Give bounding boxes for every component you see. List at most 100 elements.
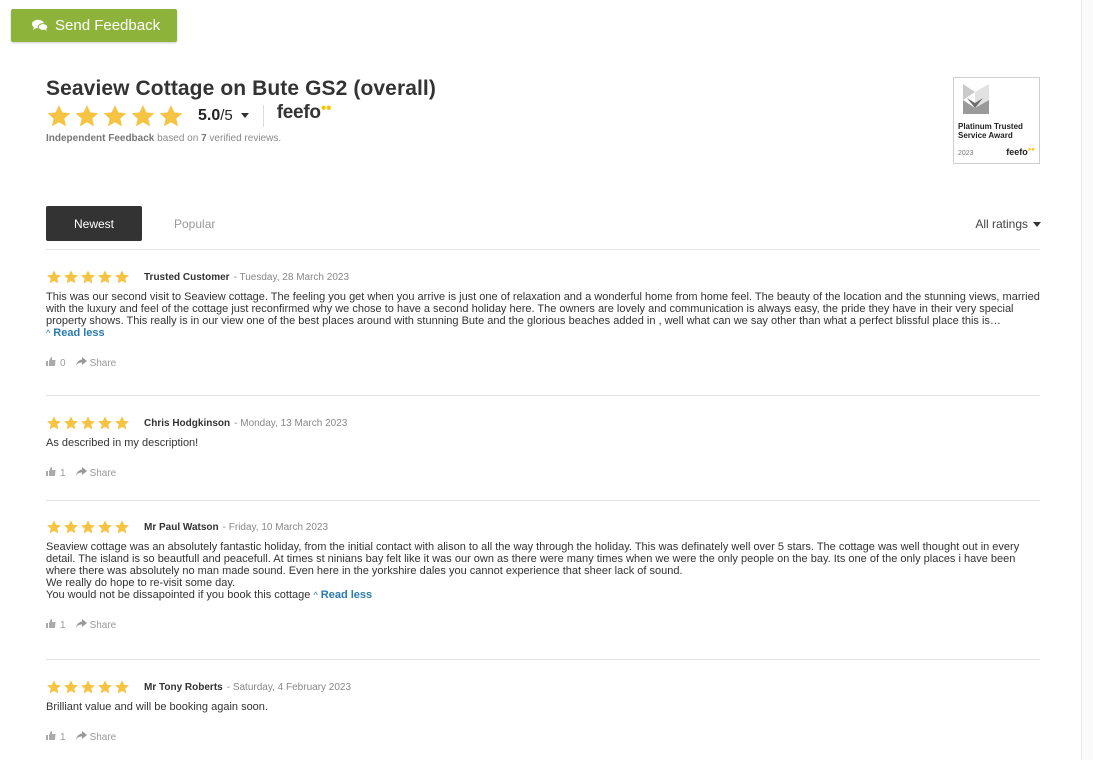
- chevron-up-icon: ^: [46, 328, 51, 338]
- platinum-trusted-award-badge[interactable]: Platinum Trusted Service Award 2023 feef…: [953, 77, 1040, 164]
- thumbs-up-icon[interactable]: [46, 619, 56, 631]
- star-icon: [47, 416, 61, 430]
- star-icon: [47, 680, 61, 694]
- read-less-link[interactable]: ^ Read less: [46, 327, 105, 339]
- rating-score-dropdown[interactable]: 5.0 /5: [198, 107, 249, 125]
- share-arrow-icon: [75, 467, 87, 479]
- send-feedback-label: Send Feedback: [55, 17, 161, 34]
- divider: [46, 659, 1040, 660]
- star-icon: [159, 105, 183, 127]
- share-label: Share: [89, 467, 117, 479]
- star-icon: [75, 105, 99, 127]
- chevron-up-icon: ^: [313, 590, 318, 600]
- award-title-line1: Platinum Trusted: [958, 122, 1023, 131]
- review-actions: 1 Share: [46, 467, 1046, 479]
- star-icon: [81, 416, 95, 430]
- overall-rating-row: 5.0 /5 feefo●●: [46, 102, 436, 129]
- reviewer-name: Chris Hodgkinson: [144, 417, 231, 429]
- divider: [46, 249, 1040, 250]
- page-scrollbar[interactable]: [1081, 0, 1093, 760]
- review-item: Chris Hodgkinson - Monday, 13 March 2023…: [46, 415, 1046, 479]
- star-icon: [131, 105, 155, 127]
- like-count: 1: [60, 731, 66, 743]
- ratings-filter-dropdown[interactable]: All ratings: [975, 217, 1041, 231]
- award-brand: feefo: [1006, 147, 1028, 157]
- review-actions: 1 Share: [46, 731, 1046, 743]
- review-header: Chris Hodgkinson - Monday, 13 March 2023: [46, 415, 1046, 431]
- award-feefo-logo: feefo●●: [1006, 147, 1035, 157]
- review-text-line: This was our second visit to Seaview cot…: [46, 291, 1040, 327]
- star-icon: [64, 520, 78, 534]
- review-text: Brilliant value and will be booking agai…: [46, 701, 1040, 713]
- review-actions: 0 Share: [46, 357, 1046, 369]
- review-star-rating: [46, 269, 130, 285]
- read-less-label: Read less: [53, 327, 105, 339]
- star-icon: [64, 270, 78, 284]
- review-summary-line: Independent Feedback based on 7 verified…: [46, 133, 436, 144]
- like-count: 0: [60, 357, 66, 369]
- star-icon: [115, 680, 129, 694]
- independent-feedback-label: Independent Feedback: [46, 133, 155, 144]
- share-button[interactable]: Share: [75, 357, 117, 369]
- reviewer-name: Mr Paul Watson: [144, 521, 219, 533]
- chat-bubbles-icon: [32, 19, 48, 32]
- review-text: Seaview cottage was an absolutely fantas…: [46, 541, 1040, 601]
- thumbs-up-icon[interactable]: [46, 357, 56, 369]
- share-button[interactable]: Share: [75, 731, 116, 743]
- reviewer-name: Mr Tony Roberts: [144, 681, 223, 693]
- review-actions: 1 Share: [46, 619, 1046, 631]
- share-label: Share: [89, 357, 117, 369]
- send-feedback-button[interactable]: Send Feedback: [11, 9, 177, 42]
- review-star-rating: [46, 519, 130, 535]
- rating-score-suffix: /5: [220, 107, 233, 124]
- page-title: Seaview Cottage on Bute GS2 (overall): [46, 77, 436, 100]
- share-label: Share: [89, 619, 117, 631]
- review-header: Mr Paul Watson - Friday, 10 March 2023: [46, 519, 1046, 535]
- star-icon: [81, 520, 95, 534]
- review-star-rating: [46, 679, 130, 695]
- tab-newest[interactable]: Newest: [46, 206, 142, 241]
- feefo-logo[interactable]: feefo●●: [277, 102, 332, 124]
- review-text-line: As described in my description!: [46, 437, 199, 449]
- star-icon: [98, 270, 112, 284]
- sub-line-text: based on: [154, 133, 202, 144]
- star-icon: [64, 416, 78, 430]
- sub-line-end-text: verified reviews.: [206, 133, 282, 144]
- divider: [46, 500, 1040, 501]
- star-icon: [47, 270, 61, 284]
- review-date: - Friday, 10 March 2023: [222, 521, 329, 533]
- review-text-line: Brilliant value and will be booking agai…: [46, 701, 268, 713]
- star-icon: [98, 520, 112, 534]
- thumbs-up-icon[interactable]: [46, 467, 56, 479]
- share-button[interactable]: Share: [75, 467, 117, 479]
- overall-star-rating: [46, 103, 184, 129]
- star-icon: [103, 105, 127, 127]
- product-summary: Seaview Cottage on Bute GS2 (overall) 5.…: [46, 77, 436, 144]
- share-arrow-icon: [75, 731, 87, 743]
- read-less-link[interactable]: ^ Read less: [313, 589, 372, 601]
- reviewer-name: Trusted Customer: [144, 271, 230, 283]
- review-header: Mr Tony Roberts - Saturday, 4 February 2…: [46, 679, 1046, 695]
- award-year: 2023: [958, 150, 974, 157]
- review-date: - Saturday, 4 February 2023: [226, 681, 352, 693]
- review-text: This was our second visit to Seaview cot…: [46, 291, 1040, 339]
- vertical-divider: [262, 105, 264, 127]
- star-icon: [81, 680, 95, 694]
- review-star-rating: [46, 415, 130, 431]
- award-title: Platinum Trusted Service Award: [958, 122, 1035, 140]
- review-date: - Monday, 13 March 2023: [234, 417, 348, 429]
- review-header: Trusted Customer - Tuesday, 28 March 202…: [46, 269, 1046, 285]
- review-text: As described in my description!: [46, 437, 1040, 449]
- award-chevron-icon: [961, 84, 1035, 119]
- share-arrow-icon: [75, 619, 87, 631]
- star-icon: [115, 416, 129, 430]
- read-less-label: Read less: [320, 589, 373, 601]
- ratings-filter-label: All ratings: [975, 217, 1028, 231]
- tab-popular[interactable]: Popular: [174, 217, 215, 231]
- star-icon: [98, 680, 112, 694]
- review-text-line: We really do hope to re-visit some day.: [46, 577, 236, 589]
- star-icon: [115, 270, 129, 284]
- share-button[interactable]: Share: [75, 619, 117, 631]
- star-icon: [47, 105, 71, 127]
- thumbs-up-icon[interactable]: [46, 731, 56, 743]
